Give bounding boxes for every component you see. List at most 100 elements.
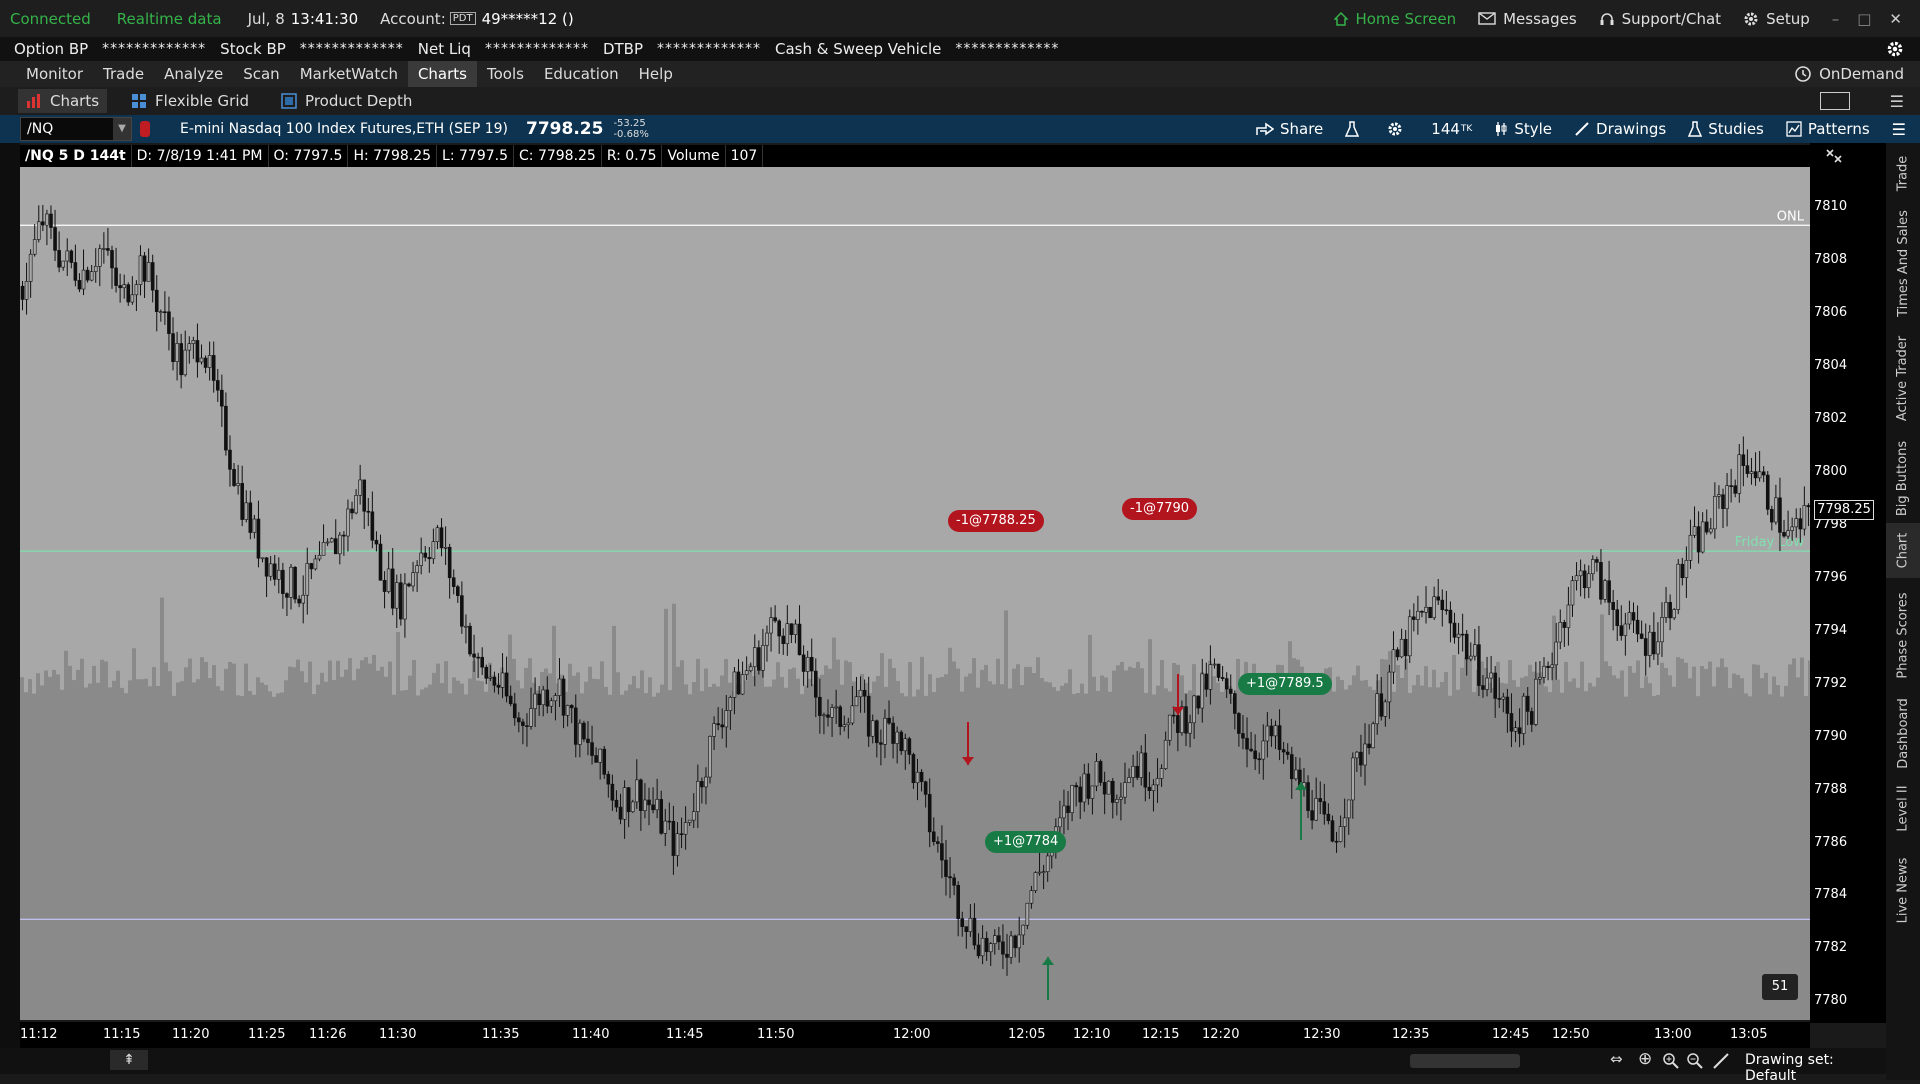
side-tab-times-and-sales[interactable]: Times And Sales xyxy=(1886,203,1920,323)
support-chat-button[interactable]: Support/Chat xyxy=(1599,10,1721,28)
candle-body xyxy=(834,706,838,709)
volume-bar xyxy=(1700,666,1704,1020)
candle-body xyxy=(1188,722,1192,734)
home-screen-button[interactable]: Home Screen xyxy=(1334,10,1456,28)
menu-list-icon[interactable]: ☰ xyxy=(1890,92,1904,111)
candle-body xyxy=(1603,580,1607,600)
collapse-icon[interactable] xyxy=(1824,147,1844,165)
left-collapse-strip[interactable] xyxy=(0,143,20,1048)
zoom-out-icon[interactable] xyxy=(1686,1052,1704,1070)
price-axis[interactable]: 7810 7808 7806 7804 7802 7800 7798 7796 7794 7792… xyxy=(1810,143,1886,1023)
side-tab-level-ii[interactable]: Level II xyxy=(1886,773,1920,843)
symbol-input[interactable]: /NQ ▼ xyxy=(20,117,132,141)
messages-button[interactable]: Messages xyxy=(1478,10,1577,28)
candle-body xyxy=(504,672,509,697)
menu-scan[interactable]: Scan xyxy=(233,61,289,87)
candle-body xyxy=(350,508,354,514)
buy-trade-label[interactable]: +1@7789.5 xyxy=(1238,673,1332,695)
zoom-in-icon[interactable] xyxy=(1662,1052,1680,1070)
side-tab-trade[interactable]: Trade xyxy=(1886,143,1920,203)
tab-product-depth[interactable]: Product Depth xyxy=(273,89,420,113)
share-button[interactable]: Share xyxy=(1256,120,1323,138)
menu-help[interactable]: Help xyxy=(629,61,683,87)
chart-menu-icon[interactable]: ☰ xyxy=(1892,120,1906,139)
candle-body xyxy=(460,595,464,627)
candle-body xyxy=(948,876,952,879)
crosshair-icon[interactable]: ⊕ xyxy=(1638,1049,1652,1069)
side-tab-phase-scores[interactable]: Phase Scores xyxy=(1886,578,1920,693)
price-chart[interactable]: ONL Friday Low -1@7788.25 -1@7790 +1@7784 +1… xyxy=(20,167,1810,1020)
candle-body xyxy=(1062,805,1066,819)
candle-body xyxy=(1249,748,1253,752)
side-tab-active-trader[interactable]: Active Trader xyxy=(1886,323,1920,433)
drawings-button[interactable]: Drawings xyxy=(1574,120,1666,138)
candle-body xyxy=(752,647,757,668)
menu-tools[interactable]: Tools xyxy=(477,61,534,87)
candle-body xyxy=(724,710,729,728)
side-tab-live-news[interactable]: Live News xyxy=(1886,843,1920,938)
volume-bar xyxy=(1216,682,1220,1020)
patterns-button[interactable]: Patterns xyxy=(1786,120,1870,138)
volume-bar xyxy=(452,677,456,1020)
side-tab-dashboard[interactable]: Dashboard xyxy=(1886,693,1920,773)
volume-bar xyxy=(1804,696,1808,1020)
aggregation-button[interactable]: 144 TK xyxy=(1431,120,1472,138)
close-button[interactable]: ✕ xyxy=(1889,10,1902,28)
sell-trade-label[interactable]: -1@7790 xyxy=(1122,498,1198,520)
candle-body xyxy=(1306,782,1310,811)
candle-body xyxy=(1241,733,1245,739)
menu-monitor[interactable]: Monitor xyxy=(16,61,93,87)
volume-bar xyxy=(536,690,540,1020)
candle-body xyxy=(541,689,546,706)
flask-button[interactable] xyxy=(1345,121,1365,137)
time-tick: 12:10 xyxy=(1073,1027,1111,1042)
buy-trade-label[interactable]: +1@7784 xyxy=(985,831,1067,853)
candle-body xyxy=(1192,695,1196,724)
layout-toggle[interactable] xyxy=(1819,92,1850,110)
volume-bar xyxy=(140,679,144,1020)
menu-marketwatch[interactable]: MarketWatch xyxy=(290,61,408,87)
setup-button[interactable]: Setup xyxy=(1743,10,1810,28)
volume-bar xyxy=(684,684,688,1020)
candle-body xyxy=(431,541,436,560)
style-button[interactable]: Style xyxy=(1494,120,1552,138)
volume-bar xyxy=(1208,660,1212,1020)
candle-body xyxy=(1635,619,1640,635)
account-selector[interactable]: 49*****12 () xyxy=(482,10,574,28)
tab-charts[interactable]: Charts xyxy=(18,89,108,113)
minimize-button[interactable]: – xyxy=(1832,10,1840,28)
candle-body xyxy=(1700,521,1705,553)
drawing-tool-icon[interactable] xyxy=(1712,1052,1730,1070)
volume-bar xyxy=(1224,689,1228,1020)
symbol-dropdown-icon[interactable]: ▼ xyxy=(113,118,131,140)
expand-panel-button[interactable]: ⇞ xyxy=(110,1050,148,1070)
volume-bar xyxy=(264,684,268,1020)
volume-bar xyxy=(1292,658,1296,1020)
menu-education[interactable]: Education xyxy=(534,61,629,87)
pan-icon[interactable]: ⇔ xyxy=(1610,1050,1623,1068)
candle-body xyxy=(1729,485,1733,487)
drawing-set-label[interactable]: Drawing set: Default xyxy=(1745,1052,1886,1084)
volume-bar xyxy=(752,676,756,1020)
chart-settings-button[interactable] xyxy=(1387,121,1409,137)
settings-gear-icon[interactable] xyxy=(1886,40,1904,58)
candle-body xyxy=(1647,631,1652,656)
volume-bar xyxy=(1780,696,1784,1020)
sell-trade-label[interactable]: -1@7788.25 xyxy=(948,510,1044,532)
side-tab-chart[interactable]: Chart xyxy=(1886,523,1920,578)
maximize-button[interactable]: □ xyxy=(1857,10,1871,28)
menu-trade[interactable]: Trade xyxy=(93,61,154,87)
candle-body xyxy=(1615,609,1620,626)
menu-analyze[interactable]: Analyze xyxy=(154,61,233,87)
studies-button[interactable]: Studies xyxy=(1688,120,1764,138)
time-axis[interactable]: 11:12 11:15 11:20 11:25 11:26 11:30 11:35 11:40… xyxy=(20,1022,1810,1048)
tab-flexible-grid[interactable]: Flexible Grid xyxy=(123,89,257,113)
volume-bar xyxy=(100,659,104,1020)
bp-value: ************* xyxy=(484,41,589,57)
candle-body xyxy=(647,799,651,806)
horizontal-scrollbar[interactable] xyxy=(1410,1054,1520,1068)
link-icon[interactable] xyxy=(140,121,150,137)
ondemand-button[interactable]: OnDemand xyxy=(1794,65,1904,83)
side-tab-big-buttons[interactable]: Big Buttons xyxy=(1886,433,1920,523)
menu-charts[interactable]: Charts xyxy=(407,61,477,87)
